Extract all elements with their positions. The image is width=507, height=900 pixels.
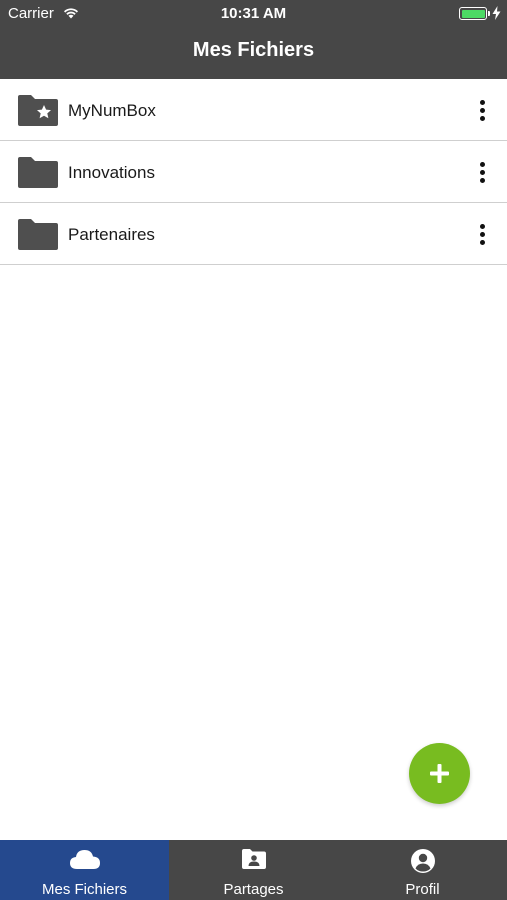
folder-row[interactable]: MyNumBox	[0, 79, 507, 141]
status-time: 10:31 AM	[220, 5, 287, 22]
folder-icon	[18, 219, 58, 250]
folder-row[interactable]: Partenaires	[0, 203, 507, 265]
tab-label: Partages	[223, 881, 284, 898]
tab-bar: Mes Fichiers Partages Profil	[0, 840, 507, 900]
folder-name: MyNumBox	[68, 101, 156, 120]
more-options-icon[interactable]	[471, 157, 493, 187]
add-button[interactable]	[409, 743, 470, 804]
status-bar: Carrier 10:31 AM	[0, 0, 507, 28]
tab-partages[interactable]: Partages	[169, 840, 338, 900]
folder-name: Innovations	[68, 163, 155, 182]
user-circle-icon	[410, 849, 435, 873]
tab-mes-fichiers[interactable]: Mes Fichiers	[0, 840, 169, 900]
app-header: Carrier 10:31 AM Mes Fichiers	[0, 0, 507, 79]
more-options-icon[interactable]	[471, 219, 493, 249]
tab-label: Mes Fichiers	[41, 881, 127, 898]
page-title: Mes Fichiers	[192, 39, 315, 61]
file-list: MyNumBox Innovations Partenaires	[0, 79, 507, 265]
charging-bolt-icon	[492, 6, 501, 20]
tab-label: Profil	[405, 881, 440, 898]
tab-profil[interactable]: Profil	[338, 840, 507, 900]
plus-icon	[430, 764, 449, 783]
folder-name: Partenaires	[68, 225, 155, 244]
more-options-icon[interactable]	[471, 95, 493, 125]
folder-row[interactable]: Innovations	[0, 141, 507, 203]
shared-folder-icon	[241, 849, 266, 869]
cloud-icon	[69, 850, 100, 869]
folder-icon	[18, 157, 58, 188]
battery-icon	[459, 7, 490, 20]
starred-folder-icon	[18, 95, 58, 126]
